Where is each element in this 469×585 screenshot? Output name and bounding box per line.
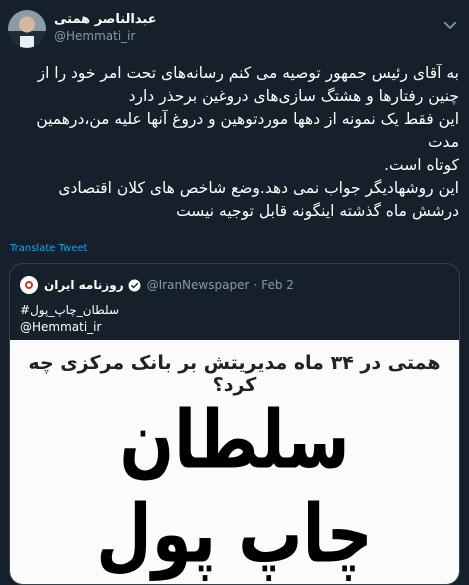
quoted-mention[interactable]: @Hemmati_ir: [20, 319, 119, 336]
quoted-display-name[interactable]: روزنامه ایران: [44, 278, 124, 292]
quoted-handle[interactable]: @IranNewspaper: [147, 278, 250, 292]
quoted-text: #سلطان_چاپ_پول @Hemmati_ir: [20, 302, 119, 336]
verified-badge-icon: [128, 279, 141, 291]
author-display-name[interactable]: عبدالناصر همتی: [54, 12, 157, 28]
author-handle[interactable]: @Hemmati_ir: [54, 28, 157, 44]
image-headline: همتی در ۳۴ ماه مدیریتش بر بانک مرکزی چه …: [28, 352, 441, 396]
quoted-tweet[interactable]: روزنامه ایران @IranNewspaper · Feb 2 #سل…: [9, 263, 460, 585]
author-avatar[interactable]: [8, 10, 46, 48]
tweet-header: عبدالناصر همتی @Hemmati_ir: [0, 0, 469, 60]
quoted-avatar[interactable]: [20, 276, 38, 294]
meta-separator: ·: [253, 278, 258, 292]
image-big-text-2: چاپ پول: [96, 488, 373, 582]
tweet-text: به آقای رئیس جمهور توصیه می کنم رسانه‌ها…: [36, 64, 459, 220]
quoted-date[interactable]: Feb 2: [261, 278, 294, 292]
author-info[interactable]: عبدالناصر همتی @Hemmati_ir: [54, 12, 157, 44]
quoted-image[interactable]: همتی در ۳۴ ماه مدیریتش بر بانک مرکزی چه …: [10, 340, 459, 584]
translate-tweet-link[interactable]: Translate Tweet: [10, 243, 87, 254]
chevron-down-icon[interactable]: [441, 16, 459, 34]
quoted-hashtag[interactable]: #سلطان_چاپ_پول: [20, 302, 119, 319]
quoted-header: روزنامه ایران @IranNewspaper · Feb 2: [20, 276, 294, 294]
image-big-text-1: سلطان: [119, 394, 350, 488]
